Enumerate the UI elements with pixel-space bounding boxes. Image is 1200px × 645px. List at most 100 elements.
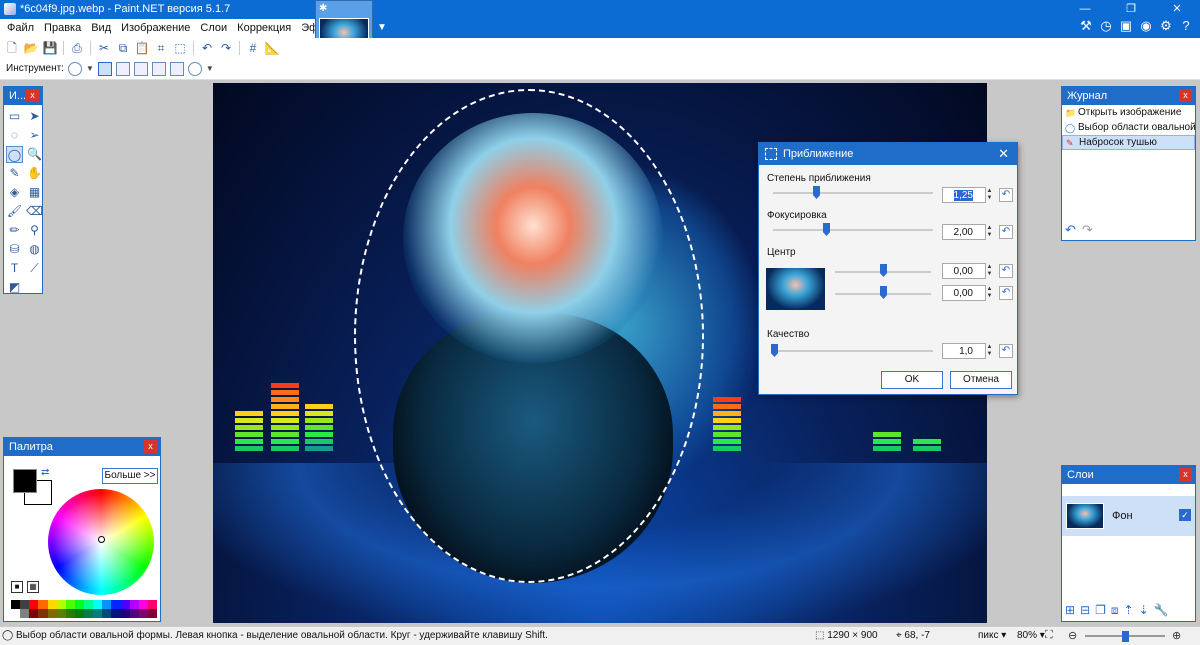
zoom-out-icon[interactable]: ⊖ (1068, 629, 1077, 642)
merge-layer-icon[interactable]: ⧈ (1111, 603, 1119, 618)
color-swatch[interactable] (11, 609, 21, 618)
minimize-button[interactable]: — (1062, 0, 1108, 18)
palette-menu-icon[interactable]: ▦ (27, 581, 39, 593)
layers-icon[interactable]: ▣ (1118, 18, 1134, 34)
color-swatch[interactable] (74, 600, 84, 609)
center-x-slider[interactable] (880, 264, 887, 277)
color-swatch[interactable] (120, 609, 130, 618)
paste-icon[interactable]: 📋 (134, 40, 150, 56)
selection-mode-intersect[interactable] (151, 61, 166, 76)
palette-icon[interactable]: ◉ (1138, 18, 1154, 34)
center-y-spinner[interactable]: ▲ ▼ (985, 286, 994, 300)
save-icon[interactable]: 💾 (42, 40, 58, 56)
zoom-icon[interactable]: 🔍 (26, 146, 43, 163)
menu-adjustments[interactable]: Коррекция (232, 19, 296, 38)
center-x-spinner[interactable]: ▲ ▼ (985, 264, 994, 278)
primary-color[interactable] (13, 469, 37, 493)
clone-stamp-icon[interactable]: ⛁ (6, 241, 23, 258)
cancel-button[interactable]: Отмена (950, 371, 1012, 389)
color-swatch[interactable] (138, 600, 148, 609)
color-swatch[interactable] (29, 600, 39, 609)
history-item[interactable]: 📁 Открыть изображение (1062, 105, 1195, 120)
selection-mode-replace[interactable] (97, 61, 112, 76)
maximize-button[interactable]: ❐ (1108, 0, 1154, 18)
menu-edit[interactable]: Правка (39, 19, 86, 38)
ellipse-select-tool-icon[interactable] (67, 61, 82, 76)
redo-icon[interactable]: ↷ (218, 40, 234, 56)
history-item[interactable]: ✎ Набросок тушью (1062, 135, 1195, 150)
magic-wand-icon[interactable]: ✎ (6, 165, 23, 182)
menu-view[interactable]: Вид (86, 19, 116, 38)
center-x-input[interactable]: 0,00 (942, 263, 986, 279)
print-icon[interactable]: ⎙ (69, 40, 85, 56)
undo-icon[interactable]: ↶ (1065, 222, 1076, 238)
color-wheel-cursor[interactable] (98, 536, 105, 543)
center-preview[interactable] (766, 268, 825, 310)
center-y-reset-icon[interactable]: ↶ (999, 286, 1013, 300)
color-swatch[interactable] (84, 609, 94, 618)
zoom-in-icon[interactable]: ⊕ (1172, 629, 1181, 642)
zoom-amount-track[interactable] (773, 192, 933, 194)
color-swatch[interactable] (129, 609, 139, 618)
color-swatch[interactable] (74, 609, 84, 618)
chevron-down-icon[interactable]: ▼ (206, 64, 214, 73)
color-swatch[interactable] (129, 600, 139, 609)
move-selected-icon[interactable]: ➤ (26, 108, 43, 125)
zoom-amount-reset-icon[interactable]: ↶ (999, 188, 1013, 202)
settings-icon[interactable]: ⚙ (1158, 18, 1174, 34)
zoom-amount-spinner[interactable]: ▲ ▼ (985, 188, 994, 202)
quality-reset-icon[interactable]: ↶ (999, 344, 1013, 358)
ruler-icon[interactable]: 📐 (264, 40, 280, 56)
focus-reset-icon[interactable]: ↶ (999, 225, 1013, 239)
zoom-level[interactable]: 80% ▾ (1017, 630, 1045, 641)
selection-mode-invert[interactable] (169, 61, 184, 76)
color-swatch[interactable] (65, 600, 75, 609)
ellipse-select-icon[interactable]: ◯ (6, 146, 23, 163)
history-item[interactable]: ◯ Выбор области овальной формы (1062, 120, 1195, 135)
paintbrush-icon[interactable]: 🖌 (6, 203, 23, 220)
units-select[interactable]: пикс ▾ (978, 630, 1006, 641)
color-swatch[interactable] (147, 600, 157, 609)
color-swatch[interactable] (29, 609, 39, 618)
focus-track[interactable] (773, 229, 933, 231)
swap-colors-icon[interactable]: ⇄ (41, 467, 49, 478)
center-y-slider[interactable] (880, 286, 887, 299)
paint-bucket-icon[interactable]: ◈ (6, 184, 23, 201)
color-swatch[interactable] (138, 609, 148, 618)
antialias-icon[interactable] (187, 61, 202, 76)
quality-spinner[interactable]: ▲ ▼ (985, 344, 994, 358)
layer-properties-icon[interactable]: 🔧 (1154, 603, 1169, 618)
layer-row[interactable]: Фон ✓ (1062, 496, 1195, 536)
layer-visibility-checkbox[interactable]: ✓ (1179, 509, 1191, 521)
center-x-reset-icon[interactable]: ↶ (999, 264, 1013, 278)
color-swatch[interactable] (56, 609, 66, 618)
cut-icon[interactable]: ✂ (96, 40, 112, 56)
color-swatch[interactable] (56, 600, 66, 609)
center-y-input[interactable]: 0,00 (942, 285, 986, 301)
tab-list-icon[interactable]: ▼ (377, 22, 387, 33)
color-swatch[interactable] (102, 609, 112, 618)
ellipse-selection[interactable] (354, 89, 704, 583)
lasso-select-icon[interactable]: ◌ (6, 127, 23, 144)
pencil-icon[interactable]: ✏ (6, 222, 23, 239)
zoom-amount-input[interactable]: 1,25 (942, 187, 986, 203)
color-swatch[interactable] (38, 600, 48, 609)
deselect-icon[interactable]: ⬚ (172, 40, 188, 56)
color-swatch[interactable] (47, 609, 57, 618)
recolor-icon[interactable]: ◍ (26, 241, 43, 258)
redo-icon[interactable]: ↷ (1082, 222, 1093, 238)
quality-slider[interactable] (771, 344, 778, 357)
eraser-icon[interactable]: ⌫ (26, 203, 43, 220)
quality-input[interactable]: 1,0 (942, 343, 986, 359)
color-swatch[interactable] (93, 609, 103, 618)
menu-image[interactable]: Изображение (116, 19, 195, 38)
quality-track[interactable] (773, 350, 933, 352)
color-swatch[interactable] (102, 600, 112, 609)
layers-panel-close-button[interactable]: x (1179, 468, 1192, 481)
color-swatch[interactable] (20, 600, 30, 609)
copy-icon[interactable]: ⧉ (115, 40, 131, 56)
color-swatch[interactable] (20, 609, 30, 618)
reset-colors-icon[interactable]: ■ (11, 581, 23, 593)
color-swatch[interactable] (38, 609, 48, 618)
shapes-icon[interactable]: ◩ (6, 279, 23, 296)
